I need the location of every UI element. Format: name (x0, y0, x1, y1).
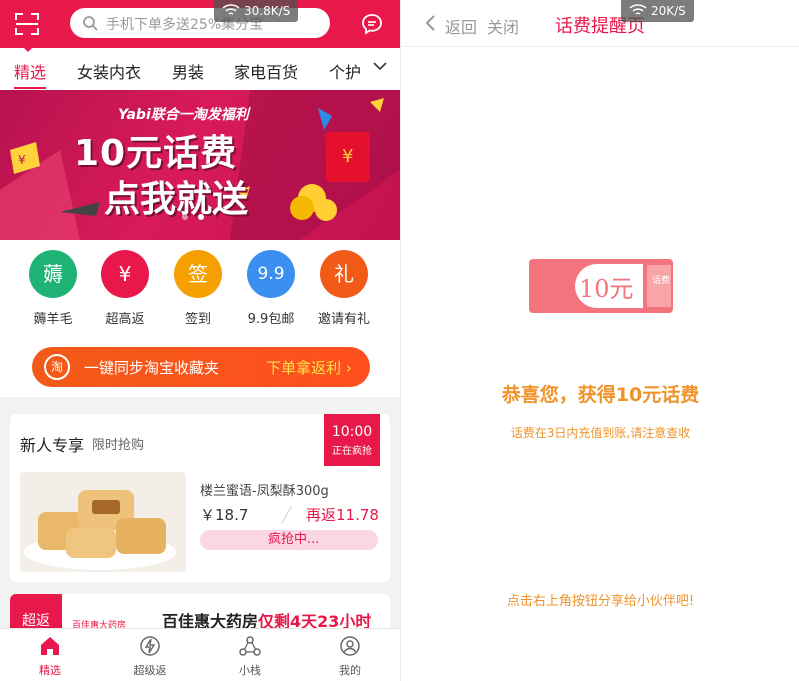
recharge-notice-screen: 返回 关闭 话费提醒页 20K/S 10元 话费 恭喜您，获得10元话费 话费在… (400, 0, 799, 681)
quick-entry-label: 9.9包邮 (247, 312, 295, 327)
home-screen: 手机下单多送25%集分宝 30.8K/S 精选 女装内衣 男装 家电百货 个护 (0, 0, 400, 681)
active-tab-indicator (14, 87, 46, 89)
tab-personal-care[interactable]: 个护 (329, 59, 361, 83)
congrats-message: 恭喜您，获得10元话费 (501, 384, 700, 406)
pastry-image (24, 490, 176, 570)
share-hint: 点击右上角按钮分享给小伙伴吧! (506, 594, 695, 609)
quick-entry-freebies[interactable]: 薅 薅羊毛 (18, 250, 88, 327)
nav-super-rebate[interactable]: 超级返 (120, 635, 180, 678)
back-button[interactable]: 返回 (445, 14, 477, 38)
phone-credit-coupon: 10元 话费 (529, 259, 673, 313)
carousel-dot-active[interactable] (198, 214, 204, 220)
timer-time: 10:00 (331, 424, 373, 440)
sync-taobao-button[interactable]: 淘 一键同步淘宝收藏夹 下单拿返利 › (32, 347, 370, 387)
tab-womens-wear[interactable]: 女装内衣 (77, 59, 141, 83)
coupon-tag: 话费 (652, 274, 670, 286)
quick-entry-checkin[interactable]: 签 签到 (163, 250, 233, 327)
scan-icon[interactable] (14, 12, 40, 36)
header-divider (401, 46, 799, 47)
nodes-icon (239, 636, 261, 656)
back-arrow-icon[interactable] (423, 14, 437, 32)
product-price: ￥18.7 (200, 506, 249, 524)
banner-headline-2: 点我就送 (104, 179, 249, 220)
price-divider (280, 506, 306, 524)
home-icon (41, 637, 59, 655)
svg-text:¥: ¥ (18, 153, 26, 167)
quick-entry-label: 签到 (184, 312, 211, 327)
nav-station[interactable]: 小栈 (220, 635, 280, 678)
search-icon (83, 16, 98, 31)
recharge-notice: 话费在3日内充值到账,请注意查收 (510, 426, 691, 440)
close-button[interactable]: 关闭 (487, 14, 519, 38)
nav-mine[interactable]: 我的 (320, 635, 380, 678)
wifi-icon (222, 4, 240, 15)
network-speed-indicator: 20K/S (621, 0, 694, 22)
network-speed-indicator: 30.8K/S (214, 0, 299, 22)
gift-icon: 礼 (320, 250, 368, 298)
grab-button[interactable]: 疯抢中... (200, 530, 378, 550)
message-icon[interactable] (360, 12, 384, 36)
timer-status: 正在疯抢 (332, 446, 372, 457)
product-rebate: 再返11.78 (306, 506, 379, 524)
screen: 手机下单多送25%集分宝 30.8K/S 精选 女装内衣 男装 家电百货 个护 (0, 0, 799, 681)
new-user-card: 新人专享 限时抢购 10:00 正在疯抢 楼兰蜜语-凤梨酥300g ￥18.7 … (10, 414, 390, 582)
taobao-icon: 淘 (44, 354, 70, 380)
banner-headline-1: 10元话费 (74, 133, 238, 174)
product-image[interactable] (20, 472, 186, 572)
sync-label: 一键同步淘宝收藏夹 (84, 359, 220, 377)
quick-entry-label: 超高返 (105, 312, 145, 327)
quick-entry-free-shipping[interactable]: 9.9 9.9包邮 (236, 250, 306, 327)
tab-featured[interactable]: 精选 (14, 59, 46, 83)
quick-entry-label: 邀请有礼 (317, 312, 370, 327)
tab-mens-wear[interactable]: 男装 (172, 59, 204, 83)
bottom-nav: 精选 超级返 小栈 我的 (0, 628, 400, 681)
lightning-icon (140, 636, 160, 656)
tab-appliances[interactable]: 家电百货 (234, 59, 298, 83)
chevron-down-icon[interactable] (372, 58, 388, 74)
order-rebate-link[interactable]: 下单拿返利 › (266, 357, 352, 378)
quick-entry-invite[interactable]: 礼 邀请有礼 (309, 250, 379, 327)
wifi-icon (629, 4, 647, 15)
user-icon (340, 636, 360, 656)
quick-entry-high-rebate[interactable]: ¥ 超高返 (90, 250, 160, 327)
yen-icon: ¥ (101, 250, 149, 298)
freebies-icon: 薅 (29, 250, 77, 298)
checkin-icon: 签 (174, 250, 222, 298)
nav-featured[interactable]: 精选 (20, 635, 80, 678)
flash-sale-timer: 10:00 正在疯抢 (324, 414, 380, 466)
product-name[interactable]: 楼兰蜜语-凤梨酥300g (200, 480, 329, 499)
quick-entry-label: 薅羊毛 (33, 312, 73, 327)
card-subtitle: 限时抢购 (92, 438, 145, 453)
sync-section: 淘 一键同步淘宝收藏夹 下单拿返利 › (0, 335, 400, 397)
quick-entry-row: 薅 薅羊毛 ¥ 超高返 签 签到 9.9 9.9包邮 礼 邀请有礼 (0, 240, 400, 335)
carousel-dot[interactable] (182, 214, 188, 220)
tab-pointer (22, 46, 34, 52)
nine-nine-icon: 9.9 (247, 250, 295, 298)
svg-text:¥: ¥ (342, 146, 353, 167)
category-tabs: 精选 女装内衣 男装 家电百货 个护 (0, 48, 400, 90)
card-title: 新人专享 (20, 436, 85, 455)
coupon-value: 10元 (579, 275, 634, 303)
banner-subtitle: Yabi联合一淘发福利 (118, 107, 249, 123)
top-bar: 手机下单多送25%集分宝 (0, 0, 400, 48)
